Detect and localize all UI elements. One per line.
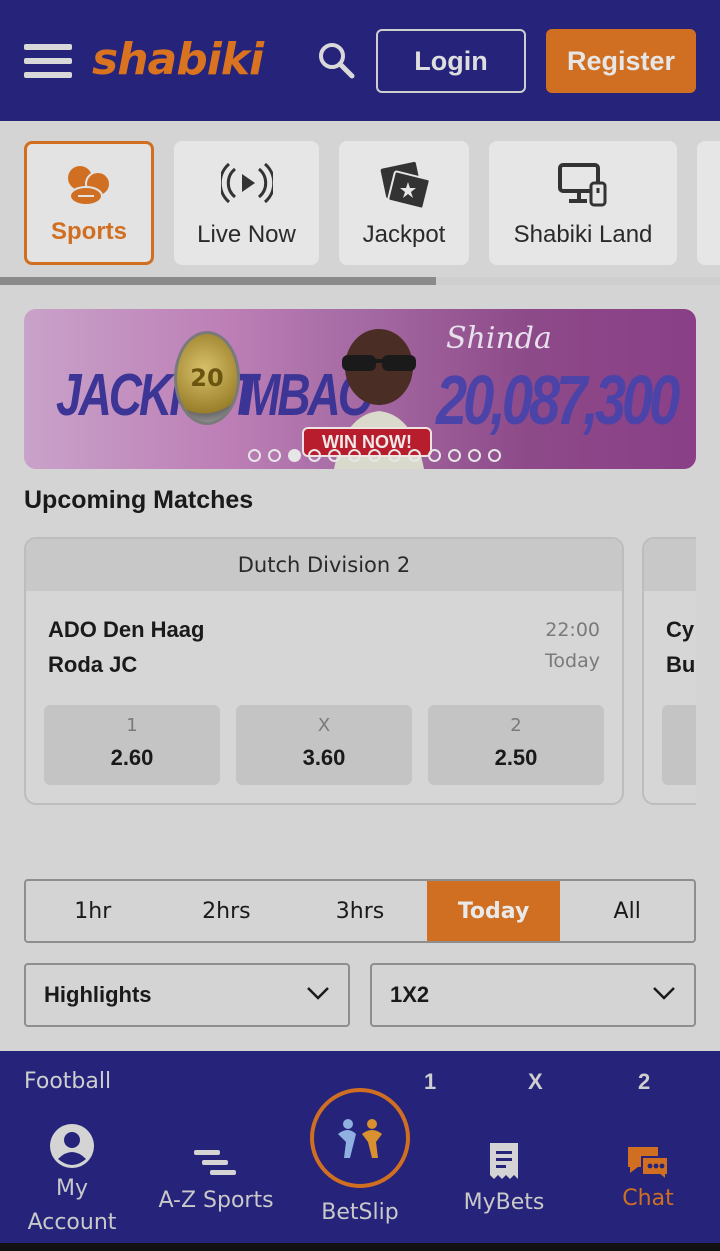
- league-name: Dutch Division 2: [26, 539, 622, 591]
- nav-chat-label: Chat: [622, 1186, 674, 1211]
- home-team: ADO Den Haag: [48, 617, 205, 642]
- carousel-dot[interactable]: [468, 449, 481, 462]
- upcoming-matches-title: Upcoming Matches: [24, 486, 254, 514]
- market-group-value: Highlights: [44, 982, 152, 1007]
- system-nav-strip: [0, 1243, 720, 1251]
- odd-home-button[interactable]: 1 2.60: [44, 705, 220, 785]
- chevron-down-icon: [307, 987, 329, 1000]
- time-filter-2hrs[interactable]: 2hrs: [160, 881, 294, 941]
- odd-key: 1: [126, 715, 138, 736]
- time-filter[interactable]: 1hr 2hrs 3hrs Today All: [24, 879, 696, 943]
- column-away: 2: [638, 1069, 651, 1094]
- odd-value: 2.50: [494, 745, 538, 770]
- category-scroll-thumb[interactable]: [0, 277, 436, 285]
- carousel-dot[interactable]: [428, 449, 441, 462]
- carousel-dot[interactable]: [368, 449, 381, 462]
- carousel-dot[interactable]: [308, 449, 321, 462]
- odd-value: 3.60: [302, 745, 346, 770]
- nav-az-sports[interactable]: A-Z Sports: [144, 1113, 288, 1243]
- carousel-dot[interactable]: [488, 449, 501, 462]
- market-type-select[interactable]: 1X2: [370, 963, 696, 1027]
- live-broadcast-icon: [218, 161, 275, 209]
- search-icon[interactable]: [316, 40, 356, 80]
- register-button[interactable]: Register: [546, 29, 696, 93]
- odd-key: X: [317, 715, 331, 736]
- tab-sports-label: Sports: [50, 218, 127, 245]
- banner-coin: 20: [174, 331, 240, 425]
- away-team: Roda JC: [48, 652, 138, 677]
- category-strip[interactable]: Sports Live Now Jackpot Shabiki Land: [0, 121, 720, 285]
- carousel-dot[interactable]: [268, 449, 281, 462]
- receipt-icon: [490, 1143, 518, 1179]
- nav-mybets[interactable]: MyBets: [432, 1113, 576, 1243]
- carousel-dot[interactable]: [348, 449, 361, 462]
- carousel-dot[interactable]: [288, 449, 301, 462]
- carousel-dot[interactable]: [248, 449, 261, 462]
- shabiki-logo[interactable]: shabiki: [92, 34, 264, 85]
- home-team: Cy: [666, 617, 695, 642]
- away-team: Bu: [666, 652, 696, 677]
- betslip-button[interactable]: [310, 1088, 410, 1188]
- time-filter-all[interactable]: All: [560, 881, 694, 941]
- tab-live-now-label: Live Now: [197, 221, 296, 248]
- column-draw: X: [528, 1069, 543, 1094]
- nav-az-sports-label: A-Z Sports: [158, 1188, 274, 1213]
- carousel-dot[interactable]: [448, 449, 461, 462]
- tab-jackpot-label: Jackpot: [362, 221, 446, 248]
- carousel-dot[interactable]: [408, 449, 421, 462]
- odd-value: 2.60: [110, 745, 154, 770]
- login-button[interactable]: Login: [376, 29, 526, 93]
- tab-sports[interactable]: Sports: [24, 141, 154, 265]
- tab-jackpot[interactable]: Jackpot: [339, 141, 469, 265]
- tab-shabiki-land[interactable]: Shabiki Land: [489, 141, 677, 265]
- top-header: shabiki Login Register: [0, 0, 720, 121]
- match-day: Today: [545, 650, 600, 672]
- time-filter-3hrs[interactable]: 3hrs: [293, 881, 427, 941]
- time-filter-today[interactable]: Today: [426, 881, 561, 941]
- nav-my-account-line2: Account: [27, 1210, 117, 1235]
- league-name: [644, 539, 696, 591]
- match-card[interactable]: Cy Bu: [642, 537, 696, 805]
- chevron-down-icon: [653, 987, 675, 1000]
- tab-shabiki-land-label: Shabiki Land: [513, 221, 653, 248]
- market-type-value: 1X2: [390, 982, 430, 1007]
- jackpot-tickets-icon: [377, 161, 431, 213]
- column-home: 1: [424, 1069, 437, 1094]
- sports-balls-icon: [64, 164, 114, 212]
- sport-name: Football: [24, 1069, 112, 1094]
- hamburger-menu-icon[interactable]: [24, 44, 72, 78]
- time-filter-1hr[interactable]: 1hr: [26, 881, 160, 941]
- tab-more[interactable]: [697, 141, 720, 265]
- match-card-clip: Cy Bu: [642, 537, 696, 805]
- user-account-icon: [50, 1124, 94, 1168]
- odd-away-button[interactable]: 2 2.50: [428, 705, 604, 785]
- carousel-dot[interactable]: [328, 449, 341, 462]
- match-time: 22:00: [545, 619, 600, 641]
- nav-mybets-label: MyBets: [463, 1190, 545, 1215]
- odd-home-button[interactable]: [662, 705, 696, 785]
- computer-device-icon: [557, 161, 609, 213]
- nav-chat[interactable]: Chat: [576, 1113, 720, 1243]
- match-card[interactable]: Dutch Division 2 ADO Den Haag Roda JC 22…: [24, 537, 624, 805]
- jackpot-promo-banner[interactable]: JACKPOT 20 MBAO Shinda 20,087,300 WIN NO…: [24, 309, 696, 469]
- list-lines-icon: [194, 1150, 236, 1175]
- odd-draw-button[interactable]: X 3.60: [236, 705, 412, 785]
- betslip-logo-icon: [338, 1119, 382, 1158]
- carousel-dot[interactable]: [388, 449, 401, 462]
- tab-live-now[interactable]: Live Now: [174, 141, 319, 265]
- banner-shinda-text: Shinda: [446, 321, 552, 356]
- nav-my-account-line1: My: [55, 1176, 88, 1201]
- nav-betslip-label: BetSlip: [321, 1200, 399, 1225]
- odd-key: 2: [510, 715, 522, 736]
- market-group-select[interactable]: Highlights: [24, 963, 350, 1027]
- nav-my-account[interactable]: My Account: [0, 1113, 144, 1243]
- banner-amount: 20,087,300: [436, 360, 680, 439]
- carousel-dots: [248, 449, 501, 462]
- chat-bubbles-icon: [628, 1147, 669, 1181]
